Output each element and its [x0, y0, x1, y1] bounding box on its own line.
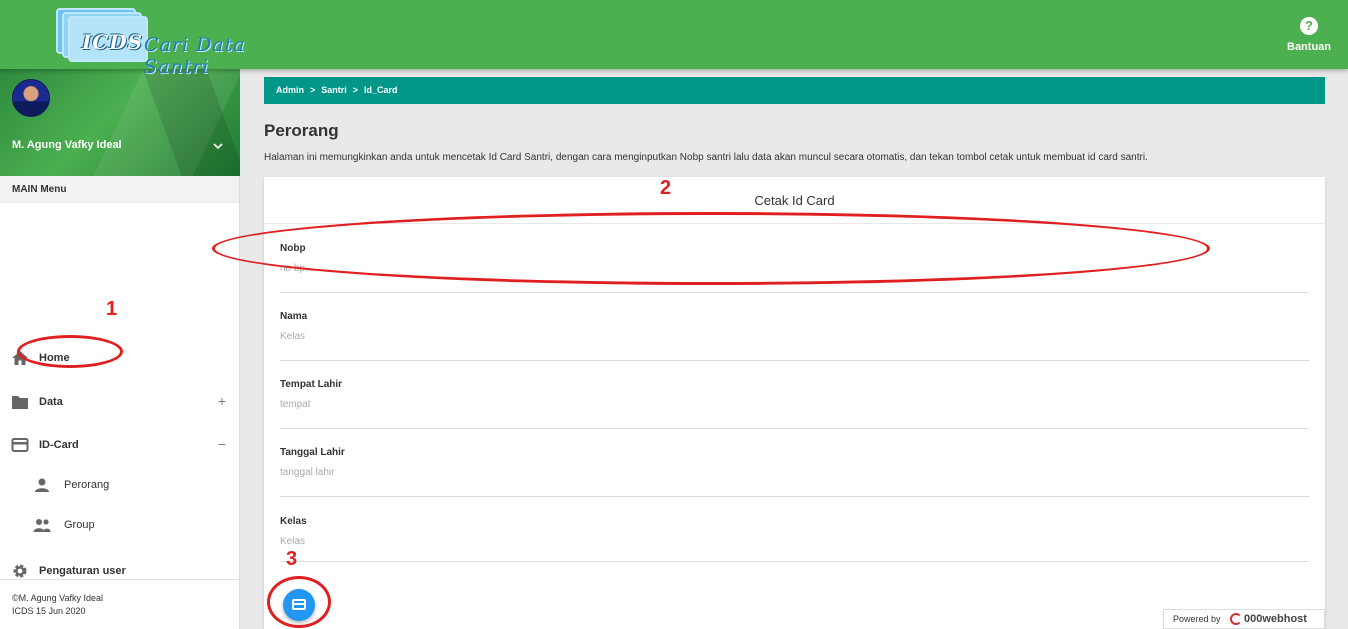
profile-panel: M. Agung Vafky Ideal — [0, 69, 240, 176]
folder-icon — [12, 396, 28, 409]
app-logo[interactable]: ICDS Cari Data Santri — [52, 4, 282, 78]
breadcrumb: Admin > Santri > Id_Card — [264, 77, 1325, 104]
sidebar-item-group[interactable]: Group — [0, 510, 240, 540]
card-icon — [11, 438, 29, 452]
powered-by-badge[interactable]: Powered by 000webhost — [1163, 609, 1325, 629]
person-icon — [35, 478, 49, 492]
sidebar-item-label: Group — [64, 519, 95, 531]
nama-input[interactable] — [280, 331, 1309, 342]
kelas-label: Kelas — [280, 516, 307, 527]
annotation-ellipse-3 — [267, 576, 331, 628]
kelas-field: Kelas — [280, 516, 1309, 562]
powered-by-label: Powered by — [1173, 614, 1221, 624]
sidebar-item-label: Data — [39, 396, 63, 408]
page-description: Halaman ini memungkinkan anda untuk menc… — [264, 152, 1148, 163]
kelas-input[interactable] — [280, 536, 1309, 547]
chevron-down-icon[interactable] — [213, 141, 223, 151]
help-icon: ? — [1300, 17, 1318, 35]
group-icon — [33, 519, 51, 532]
sidebar-item-data[interactable]: Data + — [0, 387, 240, 417]
tanggal-lahir-field: Tanggal Lahir — [280, 447, 1309, 497]
powered-by-brand: 000webhost — [1244, 613, 1307, 625]
tanggal-lahir-label: Tanggal Lahir — [280, 447, 345, 458]
sidebar-item-id-card[interactable]: ID-Card − — [0, 430, 240, 460]
sidebar-item-perorang[interactable]: Perorang — [0, 470, 240, 500]
menu-header: MAIN Menu — [0, 176, 239, 203]
annotation-number-3: 3 — [286, 548, 298, 570]
tempat-lahir-input[interactable] — [280, 399, 1309, 410]
annotation-ellipse-2 — [212, 212, 1210, 285]
annotation-ellipse-1 — [17, 335, 123, 368]
annotation-number-1: 1 — [106, 298, 118, 320]
tempat-lahir-label: Tempat Lahir — [280, 379, 343, 390]
tempat-lahir-field: Tempat Lahir — [280, 379, 1309, 429]
gear-icon — [13, 564, 27, 578]
expand-icon[interactable]: + — [218, 393, 226, 409]
footer-copyright: ©M. Agung Vafky Ideal — [12, 593, 104, 603]
collapse-icon[interactable]: − — [218, 436, 226, 452]
breadcrumb-item[interactable]: Admin — [276, 85, 304, 95]
breadcrumb-item: Id_Card — [364, 85, 398, 95]
logo-main-text: ICDS — [82, 30, 144, 54]
sidebar-item-label: ID-Card — [39, 439, 79, 451]
breadcrumb-separator: > — [310, 85, 316, 95]
annotation-number-2: 2 — [660, 177, 672, 199]
user-name: M. Agung Vafky Ideal — [12, 139, 122, 151]
sidebar-item-label: Perorang — [64, 479, 110, 491]
top-bar: ICDS Cari Data Santri ? Bantuan — [0, 0, 1348, 78]
nama-label: Nama — [280, 311, 308, 322]
page-title: Perorang — [264, 121, 339, 140]
help-label: Bantuan — [1287, 41, 1331, 53]
tanggal-lahir-input[interactable] — [280, 467, 1309, 478]
logo-script-text: Cari Data Santri — [144, 34, 246, 78]
breadcrumb-separator: > — [352, 85, 359, 95]
footer-version: ICDS 15 Jun 2020 — [12, 606, 86, 616]
webhost-logo-icon — [1230, 613, 1242, 625]
help-button[interactable]: ? Bantuan — [1287, 17, 1331, 53]
avatar — [12, 79, 50, 117]
breadcrumb-item[interactable]: Santri — [321, 85, 347, 95]
sidebar-item-label: Pengaturan user — [39, 565, 126, 577]
sidebar-footer: ©M. Agung Vafky Ideal ICDS 15 Jun 2020 — [0, 579, 239, 629]
nama-field: Nama — [280, 311, 1309, 361]
